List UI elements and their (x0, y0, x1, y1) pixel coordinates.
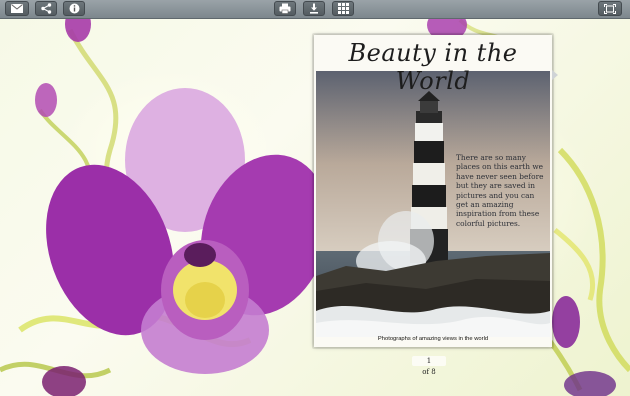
fullscreen-icon (604, 3, 616, 14)
print-icon (279, 3, 291, 14)
share-icon (40, 3, 51, 14)
share-button[interactable] (35, 1, 57, 16)
thumbnails-button[interactable] (332, 1, 354, 16)
fullscreen-button[interactable] (598, 1, 622, 16)
thumbnails-grid-icon (337, 3, 349, 14)
mail-icon (11, 4, 23, 13)
top-toolbar (0, 0, 630, 19)
print-button[interactable] (274, 1, 296, 16)
mail-button[interactable] (5, 1, 29, 16)
info-icon (69, 3, 79, 14)
page-title: Beauty in the World (348, 39, 518, 95)
current-page-field[interactable]: 1 (412, 356, 446, 366)
download-button[interactable] (303, 1, 325, 16)
book-page[interactable]: Beauty in the World There are so many pl… (314, 35, 552, 347)
page-corner-arrow[interactable] (552, 70, 558, 80)
total-pages-label: of 8 (422, 368, 436, 376)
page-body-text: There are so many places on this earth w… (456, 153, 544, 228)
download-icon (310, 3, 318, 14)
page-caption: Photographs of amazing views in the worl… (377, 336, 489, 342)
page-indicator: 1 of 8 (405, 356, 453, 380)
info-button[interactable] (63, 1, 85, 16)
